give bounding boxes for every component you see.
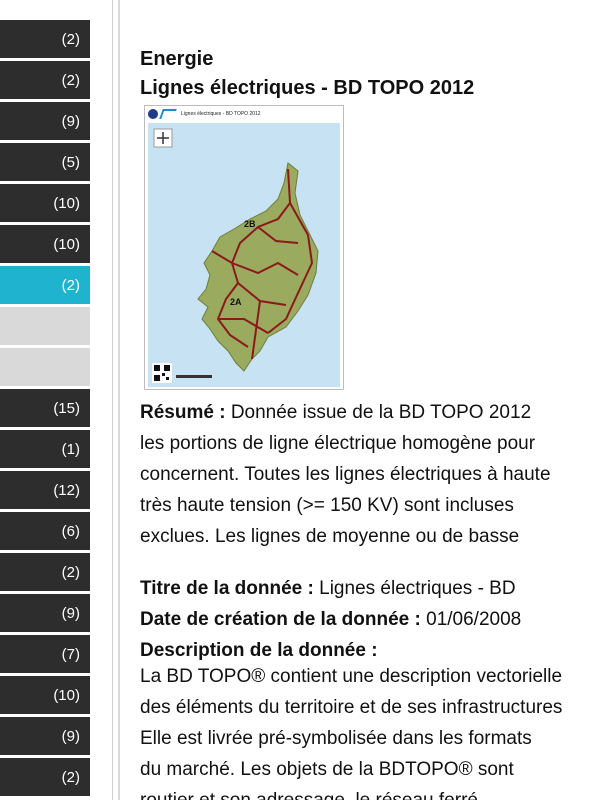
sidebar-item[interactable]: (9) xyxy=(0,717,90,755)
sidebar-item-count: (2) xyxy=(61,71,80,89)
resume-line: Donnée issue de la BD TOPO 2012 xyxy=(230,402,532,423)
titre-label: Titre de la donnée : xyxy=(140,578,314,599)
sidebar-item-count: (10) xyxy=(53,194,80,212)
sidebar-item-count: (10) xyxy=(53,686,80,704)
sidebar-item-count: (7) xyxy=(61,645,80,663)
sidebar-item-count: (5) xyxy=(61,153,80,171)
sidebar-item[interactable] xyxy=(0,348,90,386)
sidebar-item[interactable]: (12) xyxy=(0,471,90,509)
resume-line: les portions de ligne électrique homogèn… xyxy=(140,433,536,454)
sidebar-item[interactable]: (9) xyxy=(0,594,90,632)
description-line: des éléments du territoire et de ses inf… xyxy=(140,697,563,718)
metadata-section: Titre de la donnée : Lignes électriques … xyxy=(140,573,600,666)
sidebar-item[interactable]: (1) xyxy=(0,430,90,468)
titre-value: Lignes électriques - BD xyxy=(319,578,516,599)
region-label-2a: 2A xyxy=(230,297,242,307)
sidebar-item-count: (10) xyxy=(53,235,80,253)
date-value: 01/06/2008 xyxy=(426,609,522,630)
scale-bar xyxy=(176,375,212,378)
sidebar-item[interactable]: (5) xyxy=(0,143,90,181)
geoportail-logo-icon xyxy=(159,109,177,119)
sidebar-item-count: (12) xyxy=(53,481,80,499)
thumbnail-caption: Lignes électriques - BD TOPO 2012 xyxy=(181,111,261,117)
sidebar-item[interactable]: (2) xyxy=(0,266,90,304)
sidebar-divider xyxy=(112,0,113,800)
sidebar-item-count: (2) xyxy=(61,768,80,786)
sidebar-item[interactable]: (2) xyxy=(0,61,90,99)
map-thumbnail[interactable]: Lignes électriques - BD TOPO 2012 2B 2A xyxy=(144,105,344,390)
resume-line: très haute tension (>= 150 KV) sont incl… xyxy=(140,495,514,516)
sidebar-item[interactable]: (15) xyxy=(0,389,90,427)
sidebar-item[interactable]: (6) xyxy=(0,512,90,550)
dataset-title: Lignes électriques - BD TOPO 2012 xyxy=(140,77,475,99)
description-line: routier et son adressage, le réseau ferr… xyxy=(140,785,600,800)
sidebar: (2) (2) (9) (5) (10) (10) (2) (15) (1) (12) (6) (2)… xyxy=(0,0,118,800)
date-label: Date de création de la donnée : xyxy=(140,609,421,630)
sidebar-item-count: (6) xyxy=(61,522,80,540)
description-line: du marché. Les objets de la BDTOPO® sont xyxy=(140,759,514,780)
region-label-2b: 2B xyxy=(244,219,256,229)
sidebar-item-count: (2) xyxy=(61,276,80,294)
description-line: Elle est livrée pré-symbolisée dans les … xyxy=(140,728,532,749)
resume-line: exclues. Les lignes de moyenne ou de bas… xyxy=(140,526,520,547)
description-section: La BD TOPO® contient une description vec… xyxy=(140,661,600,800)
resume-line: concernent. Toutes les lignes électrique… xyxy=(140,464,551,485)
sidebar-item[interactable]: (10) xyxy=(0,225,90,263)
sidebar-item-count: (1) xyxy=(61,440,80,458)
sidebar-item[interactable]: (2) xyxy=(0,20,90,58)
sidebar-item[interactable]: (2) xyxy=(0,758,90,796)
sidebar-item[interactable]: (9) xyxy=(0,102,90,140)
corsica-map: 2B 2A xyxy=(148,123,340,387)
sidebar-item[interactable]: (10) xyxy=(0,676,90,714)
ign-logo-icon xyxy=(148,109,158,119)
sidebar-item[interactable] xyxy=(0,307,90,345)
sidebar-item-count: (2) xyxy=(61,30,80,48)
description-line: La BD TOPO® contient une description vec… xyxy=(140,666,563,687)
sidebar-item-count: (9) xyxy=(61,604,80,622)
main-content: Energie Lignes électriques - BD TOPO 201… xyxy=(120,0,600,800)
resume-section: Résumé : Donnée issue de la BD TOPO 2012… xyxy=(140,397,600,552)
sidebar-item[interactable]: (10) xyxy=(0,184,90,222)
sidebar-item[interactable]: (7) xyxy=(0,635,90,673)
sidebar-item-count: (15) xyxy=(53,399,80,417)
qr-code-icon xyxy=(152,363,172,383)
thumbnail-header: Lignes électriques - BD TOPO 2012 xyxy=(145,106,343,122)
sidebar-item-count: (9) xyxy=(61,727,80,745)
category-heading: Energie xyxy=(140,48,214,70)
sidebar-item[interactable]: (2) xyxy=(0,553,90,591)
sidebar-item-count: (2) xyxy=(61,563,80,581)
resume-label: Résumé : xyxy=(140,402,226,423)
sidebar-item-count: (9) xyxy=(61,112,80,130)
